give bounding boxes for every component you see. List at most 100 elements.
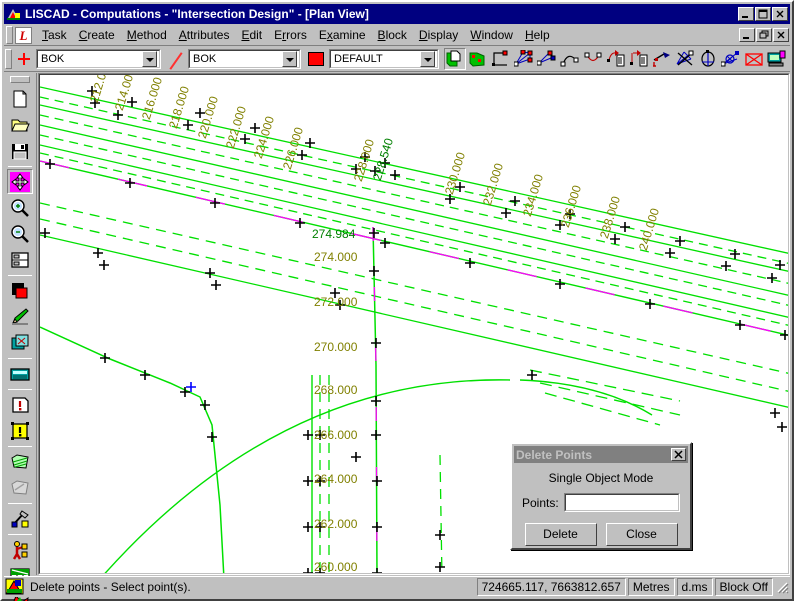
hatch-icon[interactable] — [7, 449, 33, 474]
new-file-icon[interactable] — [7, 86, 33, 111]
person-icon[interactable] — [7, 537, 33, 562]
line-style-combo[interactable]: BOK — [188, 48, 301, 69]
fill-color-icon[interactable] — [7, 278, 33, 303]
contour-label: 274.000 — [314, 250, 358, 264]
close-button-dialog[interactable]: Close — [605, 523, 678, 546]
dialog-close-icon[interactable] — [671, 448, 686, 461]
mdi-minimize-button[interactable] — [739, 28, 755, 42]
application-window: LISCAD - Computations - "Intersection De… — [0, 0, 794, 601]
menu-item-help[interactable]: Help — [519, 26, 556, 44]
zoom-window-icon[interactable] — [7, 247, 33, 272]
resize-grip[interactable] — [775, 580, 789, 594]
menu-item-attributes[interactable]: Attributes — [173, 26, 236, 44]
point-style-combo[interactable]: BOK — [36, 48, 161, 69]
copy-layer-icon[interactable] — [444, 47, 466, 70]
report-icon[interactable] — [766, 48, 788, 70]
point-cross-icon[interactable] — [17, 52, 31, 66]
main-toolbar: BOK BOK DEFAULT — [4, 46, 790, 72]
tools-icon[interactable] — [7, 506, 33, 531]
status-units: Metres — [627, 578, 675, 596]
annotate-icon[interactable] — [651, 48, 673, 70]
pan-icon[interactable] — [7, 169, 33, 194]
menu-item-block[interactable]: Block — [372, 26, 413, 44]
sidebar-grip[interactable] — [10, 76, 30, 83]
line-style-value: BOK — [193, 52, 217, 65]
hatch-disabled-icon[interactable] — [7, 475, 33, 500]
delete-points-dialog[interactable]: Delete Points Single Object Mode Points:… — [510, 442, 692, 550]
menu-item-display[interactable]: Display — [413, 26, 464, 44]
minimize-button[interactable] — [738, 7, 754, 21]
warning-icon[interactable] — [7, 418, 33, 443]
delete-crossings-icon[interactable] — [720, 48, 742, 70]
status-block-state: Block Off — [714, 578, 773, 596]
rectangle-icon[interactable] — [490, 48, 512, 70]
menubar-grip[interactable] — [6, 26, 13, 44]
menu-item-window[interactable]: Window — [464, 26, 519, 44]
points-input[interactable] — [563, 493, 680, 512]
dialog-title-bar[interactable]: Delete Points — [514, 446, 688, 463]
zoom-out-icon[interactable] — [7, 221, 33, 246]
delete-triangles-icon[interactable] — [674, 48, 696, 70]
arc-icon[interactable] — [559, 48, 581, 70]
left-toolbar — [4, 73, 37, 601]
points-field-row: Points: — [522, 493, 680, 512]
line-style-chevron-down-icon[interactable] — [282, 50, 297, 67]
contour-label: 266.000 — [314, 428, 358, 442]
contour-label: 268.000 — [314, 383, 358, 397]
sidebar-separator-5 — [8, 446, 32, 447]
contour-label: 262.000 — [314, 517, 358, 531]
status-coordinates: 724665.117, 7663812.657 — [476, 578, 626, 596]
delete-points-icon[interactable] — [605, 48, 627, 70]
contour-label: 272.000 — [314, 295, 358, 309]
pencil-icon[interactable] — [7, 304, 33, 329]
mdi-restore-button[interactable] — [756, 28, 772, 42]
line-slash-icon[interactable] — [168, 51, 184, 67]
status-message: Delete points - Select point(s). — [30, 580, 191, 594]
menu-item-task[interactable]: Task — [36, 26, 73, 44]
curve-icon[interactable] — [582, 48, 604, 70]
sidebar-separator-2 — [8, 275, 32, 276]
contour-label: 260.000 — [314, 560, 358, 574]
fill-style-chevron-down-icon[interactable] — [420, 50, 435, 67]
close-button[interactable] — [772, 7, 788, 21]
toolbar-grip[interactable] — [5, 48, 12, 69]
error-icon[interactable] — [7, 392, 33, 417]
contour-label: 270.000 — [314, 340, 358, 354]
point-style-chevron-down-icon[interactable] — [142, 50, 157, 67]
liscad-menu-logo-icon[interactable]: L — [15, 26, 32, 44]
mdi-close-button[interactable] — [773, 28, 789, 42]
partial-triangulate-icon[interactable] — [536, 48, 558, 70]
sidebar-separator — [8, 166, 32, 167]
save-file-icon[interactable] — [7, 138, 33, 163]
surface-mesh-icon[interactable] — [743, 48, 765, 70]
insert-points-icon[interactable] — [628, 48, 650, 70]
paste-layer-icon[interactable] — [467, 48, 489, 70]
plan-view-canvas[interactable]: 212.000 214.000 216.000 218.000 220.000 … — [38, 73, 790, 575]
title-bar: LISCAD - Computations - "Intersection De… — [4, 4, 790, 24]
liscad-status-icon — [5, 578, 25, 596]
menu-item-examine[interactable]: Examine — [313, 26, 372, 44]
menu-item-edit[interactable]: Edit — [235, 26, 268, 44]
mdi-window-controls — [739, 28, 790, 42]
liscad-app-icon — [6, 6, 22, 22]
zoom-in-icon[interactable] — [7, 195, 33, 220]
menu-item-method[interactable]: Method — [121, 26, 173, 44]
maximize-button[interactable] — [755, 7, 771, 21]
layers-icon[interactable] — [7, 330, 33, 355]
keyboard-entry-icon[interactable] — [7, 361, 33, 386]
contour-label-spot-height: 274.984 — [312, 227, 356, 241]
menu-item-errors[interactable]: Errors — [268, 26, 313, 44]
contour-label: 264.000 — [314, 472, 358, 486]
plan-view-drawing[interactable]: 212.000 214.000 216.000 218.000 220.000 … — [39, 74, 789, 574]
open-file-icon[interactable] — [7, 112, 33, 137]
triangulate-icon[interactable] — [513, 48, 535, 70]
contour-icon[interactable] — [697, 48, 719, 70]
fill-style-combo[interactable]: DEFAULT — [329, 48, 439, 69]
menu-item-create[interactable]: Create — [73, 26, 121, 44]
window-controls — [738, 7, 788, 21]
delete-button[interactable]: Delete — [524, 523, 597, 546]
points-label: Points: — [522, 495, 559, 510]
fill-color-swatch[interactable] — [308, 51, 324, 66]
menu-bar: L Task Create Method Attributes Edit Err… — [4, 25, 790, 46]
status-angle-format: d.ms — [676, 578, 713, 596]
